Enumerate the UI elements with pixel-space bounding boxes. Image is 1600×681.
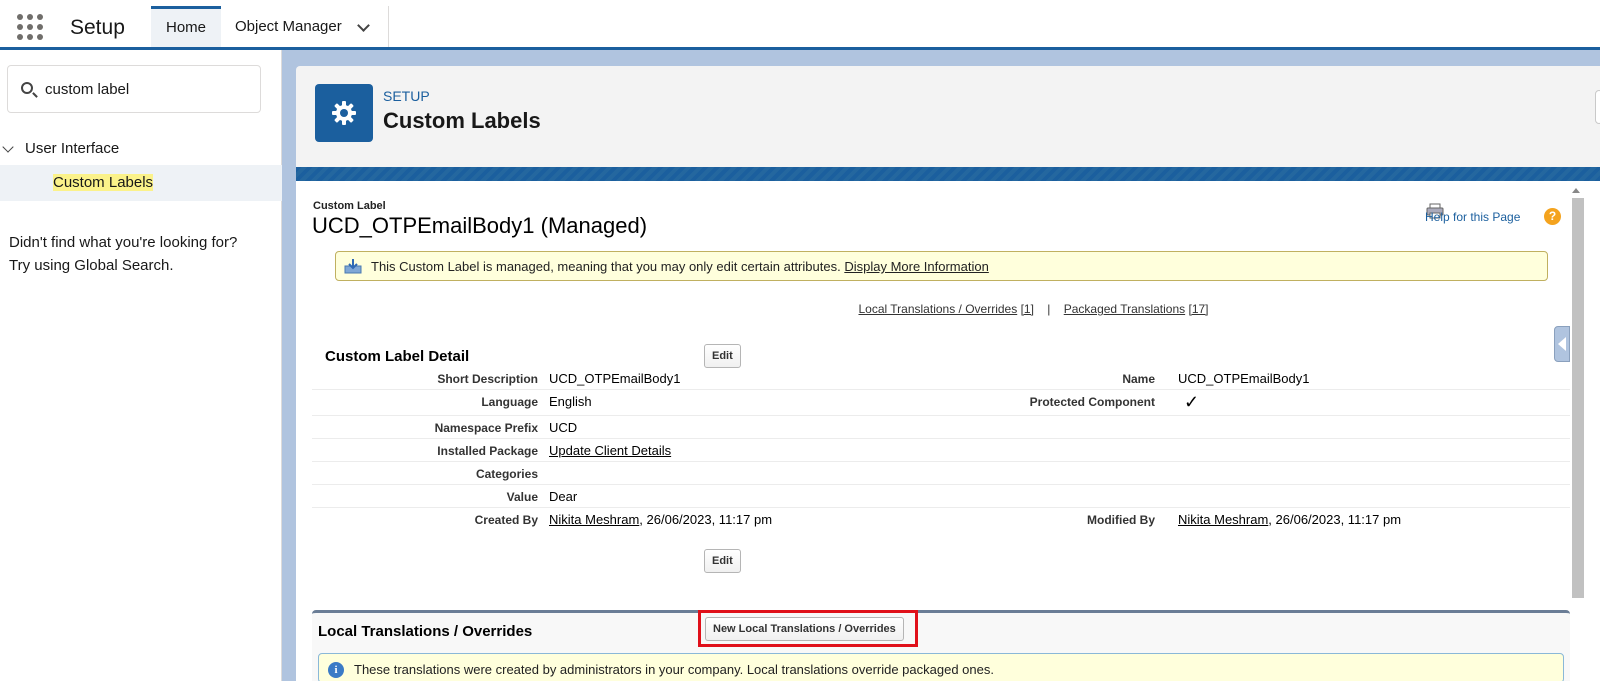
setup-sidebar: custom label User Interface Custom Label… — [0, 50, 282, 681]
detail-section-title: Custom Label Detail — [325, 348, 470, 365]
local-translations-link[interactable]: Local Translations / Overrides — [858, 302, 1017, 316]
field-value: UCD — [549, 420, 578, 435]
field-value: UCD_OTPEmailBody1 — [549, 371, 681, 386]
sidebar-item-custom-labels[interactable]: Custom Labels — [0, 165, 282, 201]
sidebar-item-label: Custom Labels — [53, 174, 154, 191]
not-found-line-1: Didn't find what you're looking for? — [9, 234, 238, 251]
quick-find-input[interactable]: custom label — [7, 65, 261, 113]
sidebar-group-label: User Interface — [25, 140, 120, 157]
not-found-line-2: Try using Global Search. — [9, 257, 174, 274]
link-separator: | — [1047, 302, 1051, 316]
edit-button-bottom[interactable]: Edit — [704, 549, 741, 573]
quick-find-value: custom label — [45, 81, 130, 98]
field-value: Nikita Meshram, 26/06/2023, 11:17 pm — [1178, 512, 1401, 527]
field-label: Name — [1122, 372, 1155, 386]
translations-info-message: These translations were created by admin… — [354, 662, 994, 677]
managed-message-text: This Custom Label is managed, meaning th… — [371, 259, 841, 274]
field-label: Short Description — [437, 372, 538, 386]
detail-table: Short Description UCD_OTPEmailBody1 Name… — [312, 367, 1570, 531]
tab-object-manager[interactable]: Object Manager — [221, 6, 389, 47]
related-list-links: Local Translations / Overrides [1] | Pac… — [0, 302, 1600, 316]
detail-row: Short Description UCD_OTPEmailBody1 Name… — [312, 367, 1570, 390]
modified-by-date: , 26/06/2023, 11:17 pm — [1268, 512, 1402, 527]
header-action-button[interactable] — [1595, 90, 1600, 124]
display-more-info-link[interactable]: Display More Information — [844, 259, 989, 274]
record-title: UCD_OTPEmailBody1 (Managed) — [312, 213, 648, 238]
field-label: Namespace Prefix — [434, 421, 538, 435]
app-launcher-icon[interactable] — [17, 14, 43, 40]
gear-icon — [332, 101, 356, 125]
sidebar-group-user-interface[interactable]: User Interface — [0, 134, 282, 164]
field-label: Language — [481, 395, 538, 409]
tab-object-manager-label: Object Manager — [235, 18, 342, 35]
scroll-thumb[interactable] — [1572, 198, 1584, 598]
field-label: Categories — [475, 467, 538, 481]
app-name: Setup — [70, 16, 125, 39]
field-label: Installed Package — [437, 444, 538, 458]
field-label: Created By — [474, 513, 538, 527]
not-found-hint: Didn't find what you're looking for? Try… — [9, 231, 237, 277]
local-translations-title: Local Translations / Overrides — [318, 623, 533, 640]
field-value: Update Client Details — [549, 443, 671, 458]
edit-button-top[interactable]: Edit — [704, 344, 741, 368]
help-icon[interactable]: ? — [1544, 208, 1561, 225]
detail-row: Installed Package Update Client Details — [312, 439, 1570, 462]
field-value: English — [549, 394, 592, 409]
detail-row: Categories — [312, 462, 1570, 485]
field-label: Protected Component — [1029, 395, 1155, 409]
packaged-translations-count[interactable]: [17] — [1188, 302, 1208, 316]
field-label: Modified By — [1087, 513, 1155, 527]
created-by-user-link[interactable]: Nikita Meshram — [549, 512, 639, 527]
local-translations-count[interactable]: [1] — [1021, 302, 1034, 316]
page-title: Custom Labels — [383, 108, 541, 133]
detail-row: Language English Protected Component ✓ — [312, 390, 1570, 416]
field-value: Nikita Meshram, 26/06/2023, 11:17 pm — [549, 512, 772, 527]
header-eyebrow: SETUP — [383, 88, 430, 104]
download-icon — [344, 259, 362, 274]
chevron-down-icon[interactable] — [357, 19, 370, 32]
scroll-up-icon[interactable] — [1572, 188, 1580, 193]
managed-message: This Custom Label is managed, meaning th… — [371, 259, 989, 274]
managed-message-bar: This Custom Label is managed, meaning th… — [335, 251, 1548, 281]
scrollbar[interactable] — [1568, 184, 1600, 681]
installed-package-link[interactable]: Update Client Details — [549, 443, 671, 458]
detail-row: Created By Nikita Meshram, 26/06/2023, 1… — [312, 508, 1570, 531]
translations-info-bar: i These translations were created by adm… — [318, 653, 1564, 681]
detail-row: Value Dear — [312, 485, 1570, 508]
global-header: Setup Home Object Manager — [0, 0, 1600, 50]
field-label: Value — [506, 490, 538, 504]
setup-gear-badge — [315, 84, 373, 142]
tab-home[interactable]: Home — [151, 6, 221, 47]
header-stripe — [296, 167, 1600, 181]
checkmark-icon: ✓ — [1184, 392, 1200, 412]
record-type-label: Custom Label — [313, 200, 386, 212]
help-for-page-link[interactable]: Help for this Page — [1425, 210, 1520, 224]
chevron-down-icon — [2, 141, 14, 153]
modified-by-user-link[interactable]: Nikita Meshram — [1178, 512, 1268, 527]
new-local-translations-button[interactable]: New Local Translations / Overrides — [705, 617, 904, 641]
created-by-date: , 26/06/2023, 11:17 pm — [639, 512, 773, 527]
sidebar-collapse-handle[interactable] — [1554, 326, 1570, 362]
field-value: Dear — [549, 489, 578, 504]
packaged-translations-link[interactable]: Packaged Translations — [1064, 302, 1185, 316]
detail-row: Namespace Prefix UCD — [312, 416, 1570, 439]
search-icon — [21, 82, 33, 94]
info-icon: i — [328, 662, 344, 678]
field-value: UCD_OTPEmailBody1 — [1178, 371, 1310, 386]
